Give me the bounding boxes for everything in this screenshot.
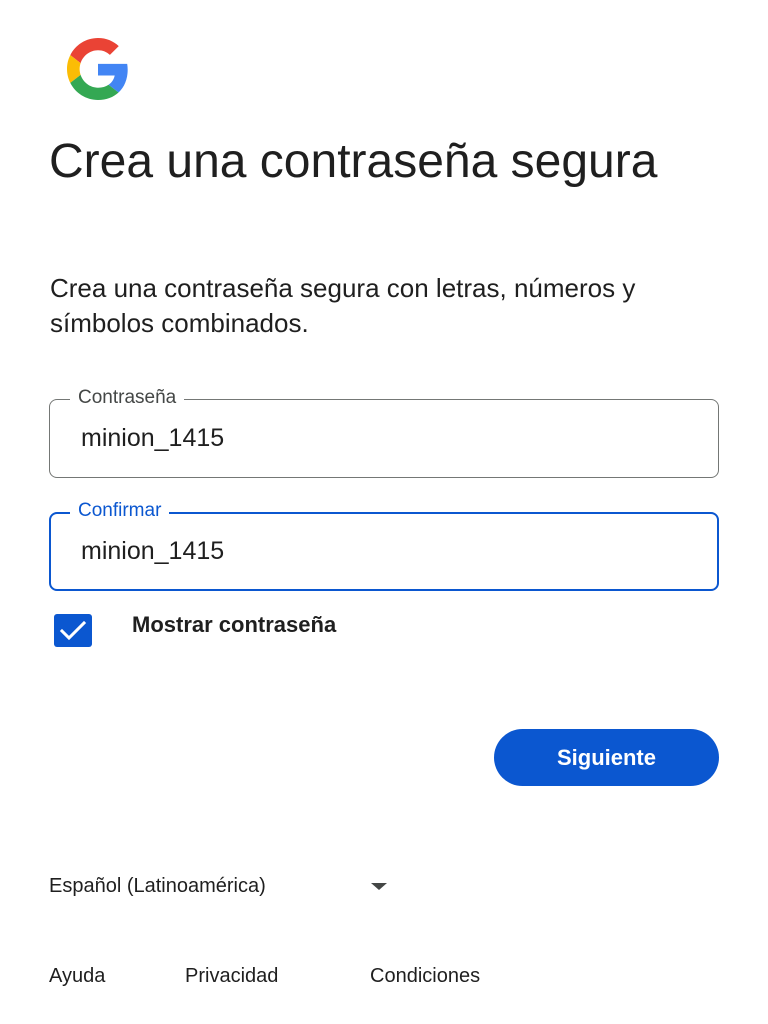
footer-link-privacy[interactable]: Privacidad [185,965,278,988]
language-selector[interactable]: Español (Latinoamérica) [49,873,409,901]
next-button[interactable]: Siguiente [494,729,719,786]
show-password-label[interactable]: Mostrar contraseña [132,612,336,638]
password-input[interactable] [81,400,681,477]
password-field[interactable]: Contraseña [49,387,719,478]
check-icon [59,620,87,641]
google-g-icon [67,38,128,100]
google-logo [56,38,140,100]
show-password-checkbox[interactable] [54,614,92,647]
footer-link-help[interactable]: Ayuda [49,965,105,988]
language-selected-value: Español (Latinoamérica) [49,875,266,897]
page-subtitle: Crea una contraseña segura con letras, n… [50,273,636,338]
confirm-password-field[interactable]: Confirmar [49,500,719,591]
arrow-drop-down-icon [371,883,387,890]
confirm-password-input[interactable] [81,514,681,589]
page-title: Crea una contraseña segura [49,135,658,188]
show-password-row[interactable]: Mostrar contraseña [54,607,454,647]
footer-link-terms[interactable]: Condiciones [370,965,480,988]
